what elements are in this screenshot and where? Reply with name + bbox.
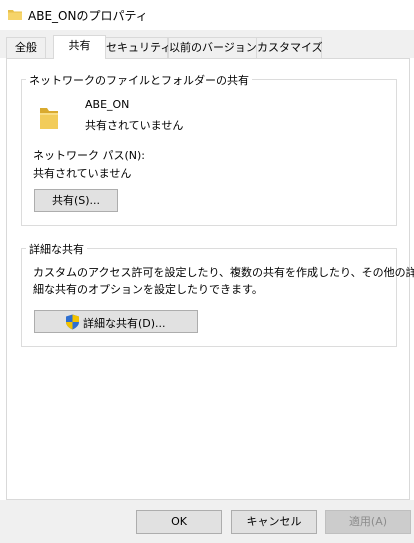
uac-shield-icon	[66, 314, 79, 330]
folder-share-status: 共有されていません	[85, 119, 184, 132]
folder-name: ABE_ON	[85, 98, 130, 111]
folder-icon	[8, 10, 22, 20]
tab-customize[interactable]: カスタマイズ	[256, 37, 323, 58]
folder-icon	[40, 108, 58, 129]
title-bar: ABE_ONのプロパティ	[0, 0, 414, 30]
advanced-sharing-description-line1: カスタムのアクセス許可を設定したり、複数の共有を作成したり、その他の詳	[33, 266, 414, 279]
apply-button[interactable]: 適用(A)	[325, 510, 411, 534]
network-path-label: ネットワーク パス(N):	[33, 149, 146, 162]
network-sharing-group-title: ネットワークのファイルとフォルダーの共有	[26, 72, 252, 88]
advanced-sharing-button[interactable]: 詳細な共有(D)...	[34, 310, 198, 333]
advanced-sharing-description-line2: 細な共有のオプションを設定したりできます。	[33, 283, 263, 296]
tab-general[interactable]: 全般	[6, 37, 46, 58]
cancel-button[interactable]: キャンセル	[231, 510, 317, 534]
tab-security[interactable]: セキュリティ	[105, 37, 171, 58]
tab-previous-versions[interactable]: 以前のバージョン	[168, 37, 257, 58]
advanced-sharing-group-title: 詳細な共有	[26, 241, 87, 257]
network-path-value: 共有されていません	[33, 167, 132, 180]
share-button[interactable]: 共有(S)...	[34, 189, 118, 212]
window-title: ABE_ONのプロパティ	[28, 9, 148, 23]
tab-sharing[interactable]: 共有	[53, 35, 106, 59]
ok-button[interactable]: OK	[136, 510, 222, 534]
advanced-sharing-button-label: 詳細な共有(D)...	[83, 317, 166, 330]
